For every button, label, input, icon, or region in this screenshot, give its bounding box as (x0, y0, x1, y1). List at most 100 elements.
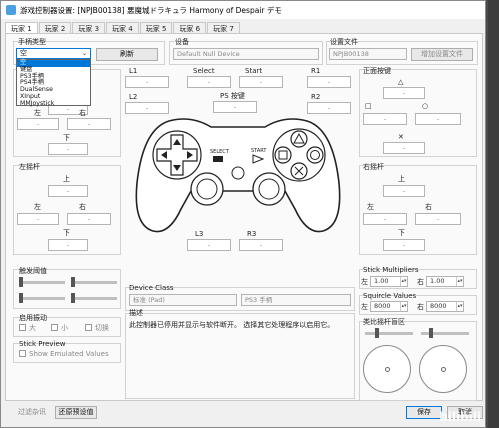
stick-preview-label: Stick Preview (19, 340, 66, 348)
large-vibration-label: 大 (29, 324, 36, 332)
right-trigger-slider-thumb[interactable] (71, 277, 75, 287)
left-stick-position-dot (385, 367, 390, 372)
r3-binding[interactable]: - (239, 239, 283, 251)
device-type-select[interactable]: PS3 手柄 (241, 294, 351, 306)
left-trigger-slider[interactable] (19, 281, 65, 284)
refresh-button[interactable]: 刷新 (96, 48, 158, 61)
start-binding[interactable]: - (239, 76, 283, 88)
left-stick-left-binding[interactable]: - (17, 213, 59, 225)
vibration-label: 启用振动 (19, 314, 47, 322)
multiplier-right-label: 右 (417, 278, 424, 286)
app-icon (6, 5, 16, 15)
swap-vibration-checkbox[interactable] (85, 324, 92, 331)
l2-label: L2 (129, 93, 138, 101)
handler-dropdown-list: 空 键盘 PS3手柄 PS4手柄 DualSense XInput MMJoys… (16, 59, 91, 108)
handler-select[interactable]: 空 ⌄ (16, 48, 91, 59)
start-label: Start (245, 67, 263, 75)
squircle-right-spinbox[interactable]: 8000 ▴▾ (426, 301, 464, 312)
start-text: START (251, 148, 267, 154)
spin-arrows-icon[interactable]: ▴▾ (456, 277, 463, 286)
right-stick-right-label: 右 (425, 203, 432, 211)
squircle-left-label: 左 (361, 303, 368, 311)
select-binding[interactable]: - (187, 76, 231, 88)
right-stick-left-label: 左 (367, 203, 374, 211)
controller-illustration: SELECT START (135, 118, 341, 233)
spin-arrows-icon[interactable]: ▴▾ (400, 277, 407, 286)
right-stick-right-binding[interactable]: - (415, 213, 461, 225)
left-stick-down-binding[interactable]: - (48, 239, 88, 251)
trigger-threshold-label: 触发阈值 (19, 267, 47, 275)
left-stick-preview (363, 345, 411, 393)
squircle-right-value: 8000 (430, 302, 447, 310)
multiplier-right-spinbox[interactable]: 1.00 ▴▾ (426, 276, 464, 287)
circle-button-outline (306, 146, 324, 164)
multiplier-right-value: 1.00 (430, 277, 445, 285)
l3-binding[interactable]: - (187, 239, 231, 251)
square-binding[interactable]: - (363, 113, 407, 125)
left-deadzone-slider-thumb[interactable] (375, 328, 379, 338)
device-label: 设备 (175, 38, 189, 46)
left-stick-right-label: 右 (79, 203, 86, 211)
config-label: 设置文件 (330, 38, 358, 46)
controller-settings-window: 游戏控制器设置: [NPJB00138] 悪魔城ドラキュラ Harmony of… (0, 0, 486, 428)
spin-arrows-icon[interactable]: ▴▾ (456, 302, 463, 311)
filter-noise-button[interactable]: 过滤杂讯 (13, 406, 51, 419)
right-trigger-slider-2[interactable] (71, 297, 117, 300)
right-stick-preview (419, 345, 467, 393)
right-trigger-slider-2-thumb[interactable] (71, 293, 75, 303)
background-scrollbar (488, 0, 499, 428)
dpad-right-binding[interactable]: - (67, 118, 111, 130)
watermark: bilibili (439, 410, 481, 424)
dpad-left-binding[interactable]: - (17, 118, 59, 130)
spin-arrows-icon[interactable]: ▴▾ (400, 302, 407, 311)
window-title: 游戏控制器设置: [NPJB00138] 悪魔城ドラキュラ Harmony of… (20, 5, 282, 15)
dpad-right-label: 右 (79, 109, 86, 117)
large-vibration-checkbox[interactable] (19, 324, 26, 331)
cross-binding[interactable]: - (383, 142, 425, 154)
right-stick-icon (252, 172, 286, 206)
right-stick-position-dot (441, 367, 446, 372)
left-stick-up-binding[interactable]: - (48, 185, 88, 197)
swap-vibration-label: 切换 (95, 324, 109, 332)
stick-multipliers-label: Stick Multipliers (363, 266, 419, 274)
show-emulated-values-checkbox[interactable] (19, 350, 26, 357)
save-button[interactable]: 保存 (406, 406, 442, 419)
right-stick-up-binding[interactable]: - (383, 185, 425, 197)
right-deadzone-slider-thumb[interactable] (429, 328, 433, 338)
triangle-binding[interactable]: - (383, 87, 425, 99)
multiplier-left-spinbox[interactable]: 1.00 ▴▾ (370, 276, 408, 287)
l3-label: L3 (195, 230, 204, 238)
config-select[interactable]: NPJB00138 (329, 48, 407, 60)
circle-label: ○ (422, 102, 429, 110)
dpad-down-binding[interactable]: - (48, 143, 88, 155)
left-stick-down-label: 下 (63, 229, 70, 237)
left-trigger-slider-2[interactable] (19, 297, 65, 300)
device-select[interactable]: Default Null Device (173, 48, 319, 60)
square-label: □ (365, 102, 372, 110)
r1-label: R1 (311, 67, 321, 75)
left-deadzone-slider[interactable] (365, 332, 413, 335)
restore-defaults-button[interactable]: 还原预设值 (55, 406, 97, 419)
handler-label: 手柄类型 (18, 38, 46, 46)
square-button-outline (274, 146, 292, 164)
handler-option[interactable]: MMJoystick (17, 100, 90, 108)
r2-label: R2 (311, 93, 321, 101)
l1-binding[interactable]: - (125, 76, 169, 88)
circle-binding[interactable]: - (415, 113, 461, 125)
add-config-button[interactable]: 增加设置文件 (411, 48, 473, 61)
show-emulated-values-label: Show Emulated Values (29, 350, 109, 358)
device-class-select[interactable]: 标准 (Pad) (129, 294, 237, 306)
left-trigger-slider-2-thumb[interactable] (19, 293, 23, 303)
squircle-left-spinbox[interactable]: 8000 ▴▾ (370, 301, 408, 312)
left-stick-right-binding[interactable]: - (67, 213, 111, 225)
ps-button-binding[interactable]: - (213, 101, 257, 113)
r1-binding[interactable]: - (307, 76, 351, 88)
description-text: 此控制器已停用并显示与软件断开。 选择其它处理程序以启用它。 (129, 321, 335, 329)
small-vibration-checkbox[interactable] (51, 324, 58, 331)
left-trigger-slider-thumb[interactable] (19, 277, 23, 287)
right-trigger-slider[interactable] (71, 281, 117, 284)
title-bar: 游戏控制器设置: [NPJB00138] 悪魔城ドラキュラ Harmony of… (1, 1, 485, 19)
select-button-icon (213, 156, 223, 162)
right-stick-down-binding[interactable]: - (383, 239, 425, 251)
right-stick-left-binding[interactable]: - (363, 213, 407, 225)
